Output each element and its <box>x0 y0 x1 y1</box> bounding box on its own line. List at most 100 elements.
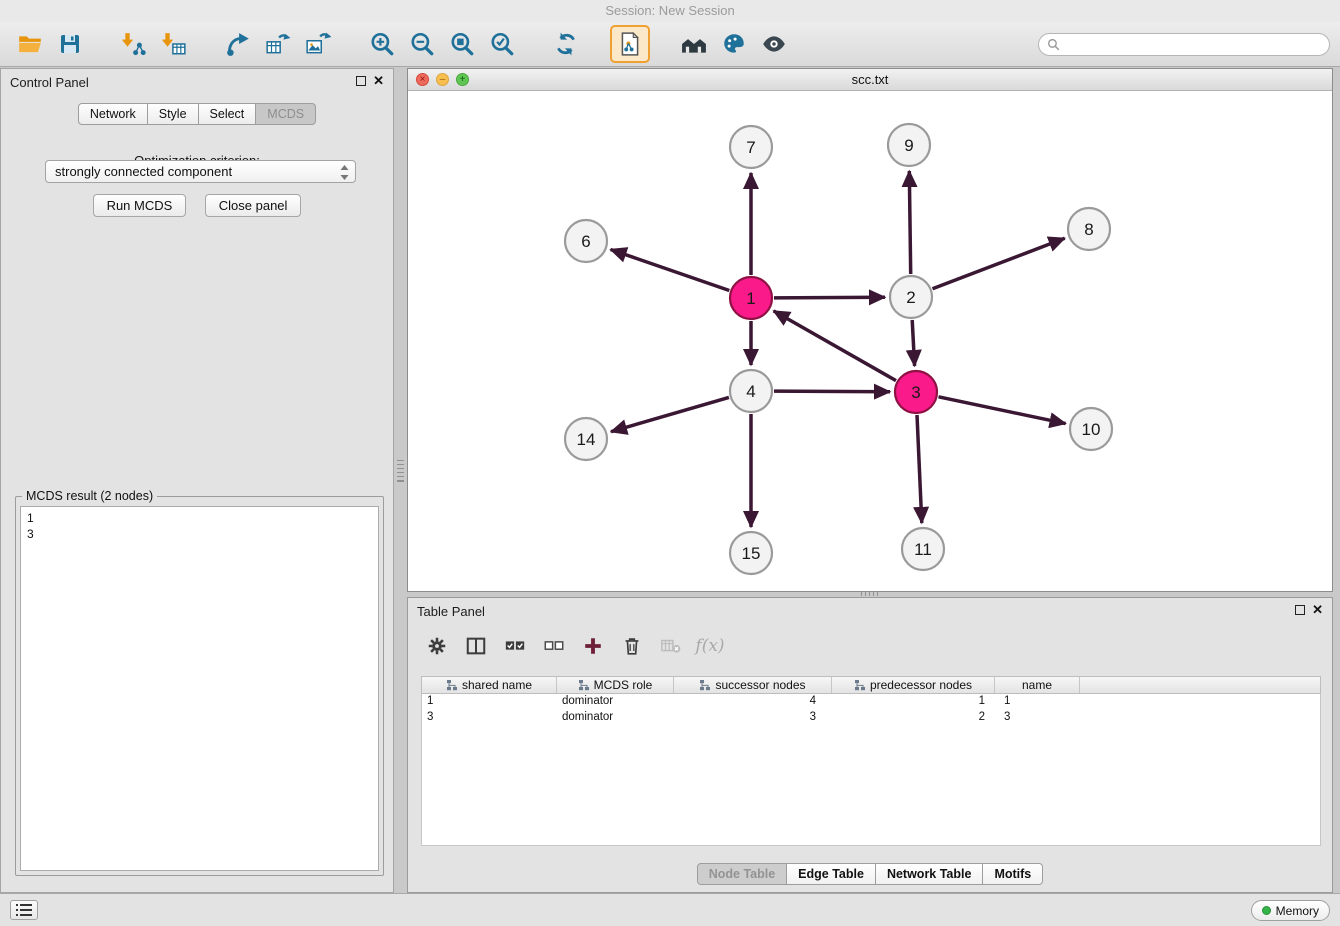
columns-icon <box>465 635 487 657</box>
tab-mcds[interactable]: MCDS <box>255 103 316 125</box>
table-settings-button[interactable] <box>422 632 452 659</box>
tab-motifs[interactable]: Motifs <box>982 863 1043 885</box>
column-type-icon <box>854 679 866 691</box>
create-column-button[interactable] <box>578 632 608 659</box>
table-panel-header: Table Panel ✕ <box>408 598 1332 624</box>
cell-shared-name[interactable]: 1 <box>422 694 557 710</box>
cell-successor-nodes[interactable]: 4 <box>674 694 832 710</box>
palette-icon <box>721 31 747 57</box>
network-canvas[interactable]: 7968124314101511 <box>408 91 1332 591</box>
column-header-mcds-role[interactable]: MCDS role <box>557 677 674 693</box>
double-house-icon <box>680 31 708 57</box>
node-table: shared name MCDS role successor nodes pr… <box>421 676 1321 846</box>
window-title: Session: New Session <box>605 3 734 18</box>
graph-node-label: 10 <box>1082 420 1101 439</box>
node-table-header: shared name MCDS role successor nodes pr… <box>421 676 1321 694</box>
cell-mcds-role[interactable]: dominator <box>557 710 674 726</box>
mcds-result-textarea[interactable]: 1 3 <box>20 506 379 871</box>
search-input[interactable] <box>1065 37 1321 51</box>
maximize-window-icon[interactable]: + <box>456 73 469 86</box>
column-label: MCDS role <box>594 678 653 692</box>
export-table-button[interactable] <box>258 26 298 62</box>
memory-button[interactable]: Memory <box>1251 900 1330 921</box>
control-panel: Control Panel ✕ NetworkStyleSelectMCDS O… <box>0 68 394 893</box>
import-network-button[interactable] <box>114 26 154 62</box>
import-table-button[interactable] <box>154 26 194 62</box>
network-graph[interactable]: 7968124314101511 <box>408 91 1332 591</box>
tab-network-table[interactable]: Network Table <box>875 863 984 885</box>
graph-edge[interactable] <box>774 297 885 298</box>
tab-select[interactable]: Select <box>198 103 257 125</box>
zoom-fit-button[interactable] <box>442 26 482 62</box>
window-titlebar[interactable]: Session: New Session <box>0 0 1340 22</box>
function-builder-button[interactable]: f(x) <box>695 632 725 659</box>
table-row[interactable]: 1 dominator 4 1 1 <box>422 694 1320 710</box>
delete-column-button[interactable] <box>617 632 647 659</box>
graph-edge[interactable] <box>939 397 1066 424</box>
cell-name[interactable]: 1 <box>995 694 1080 710</box>
optimization-criterion-select[interactable]: strongly connected component <box>45 160 356 183</box>
refresh-button[interactable] <box>546 26 586 62</box>
run-mcds-button[interactable]: Run MCDS <box>93 194 187 217</box>
zoom-out-button[interactable] <box>402 26 442 62</box>
float-table-panel-icon[interactable] <box>1295 605 1305 615</box>
control-panel-header: Control Panel ✕ <box>1 69 393 95</box>
show-columns-button[interactable] <box>461 632 491 659</box>
column-header-successor-nodes[interactable]: successor nodes <box>674 677 832 693</box>
table-row[interactable]: 3 dominator 3 2 3 <box>422 710 1320 726</box>
home-network-button[interactable] <box>674 26 714 62</box>
column-label: predecessor nodes <box>870 678 972 692</box>
minimize-window-icon[interactable]: – <box>436 73 449 86</box>
graph-edge[interactable] <box>917 415 922 523</box>
deselect-all-columns-button[interactable] <box>539 632 569 659</box>
column-label: shared name <box>462 678 532 692</box>
graph-edge[interactable] <box>774 311 896 381</box>
plus-icon <box>582 635 604 657</box>
network-window-titlebar[interactable]: × – + scc.txt <box>408 69 1332 91</box>
graph-node-label: 8 <box>1084 220 1093 239</box>
tab-node-table[interactable]: Node Table <box>697 863 787 885</box>
trash-icon <box>621 635 643 657</box>
task-history-button[interactable] <box>10 900 38 920</box>
graph-edge[interactable] <box>933 238 1065 288</box>
vertical-splitter-handle[interactable] <box>397 460 404 482</box>
show-graphics-button[interactable] <box>754 26 794 62</box>
style-palette-button[interactable] <box>714 26 754 62</box>
network-document-icon <box>617 31 643 57</box>
export-network-button[interactable] <box>218 26 258 62</box>
close-table-panel-icon[interactable]: ✕ <box>1312 602 1323 618</box>
open-session-button[interactable] <box>10 26 50 62</box>
cell-successor-nodes[interactable]: 3 <box>674 710 832 726</box>
column-header-name[interactable]: name <box>995 677 1080 693</box>
close-window-icon[interactable]: × <box>416 73 429 86</box>
column-header-shared-name[interactable]: shared name <box>422 677 557 693</box>
cell-mcds-role[interactable]: dominator <box>557 694 674 710</box>
graph-edge[interactable] <box>912 320 914 366</box>
graph-edge[interactable] <box>909 171 910 274</box>
column-header-predecessor-nodes[interactable]: predecessor nodes <box>832 677 995 693</box>
float-panel-icon[interactable] <box>356 76 366 86</box>
memory-label: Memory <box>1276 904 1319 918</box>
deselect-all-icon <box>542 635 566 657</box>
save-session-button[interactable] <box>50 26 90 62</box>
graph-edge[interactable] <box>774 391 890 392</box>
zoom-in-button[interactable] <box>362 26 402 62</box>
tab-style[interactable]: Style <box>147 103 199 125</box>
new-network-from-selection-button[interactable] <box>610 25 650 63</box>
cell-predecessor-nodes[interactable]: 2 <box>832 710 995 726</box>
graph-edge[interactable] <box>611 397 729 431</box>
search-box <box>1038 33 1330 56</box>
zoom-selected-button[interactable] <box>482 26 522 62</box>
cell-name[interactable]: 3 <box>995 710 1080 726</box>
tab-network[interactable]: Network <box>78 103 148 125</box>
cell-predecessor-nodes[interactable]: 1 <box>832 694 995 710</box>
select-all-columns-button[interactable] <box>500 632 530 659</box>
delete-table-button[interactable] <box>656 632 686 659</box>
tab-edge-table[interactable]: Edge Table <box>786 863 876 885</box>
export-image-button[interactable] <box>298 26 338 62</box>
graph-edge[interactable] <box>611 250 730 291</box>
close-panel-button[interactable]: Close panel <box>205 194 302 217</box>
close-panel-icon[interactable]: ✕ <box>373 73 384 89</box>
cell-shared-name[interactable]: 3 <box>422 710 557 726</box>
mcds-result-groupbox: MCDS result (2 nodes) 1 3 <box>15 496 384 876</box>
